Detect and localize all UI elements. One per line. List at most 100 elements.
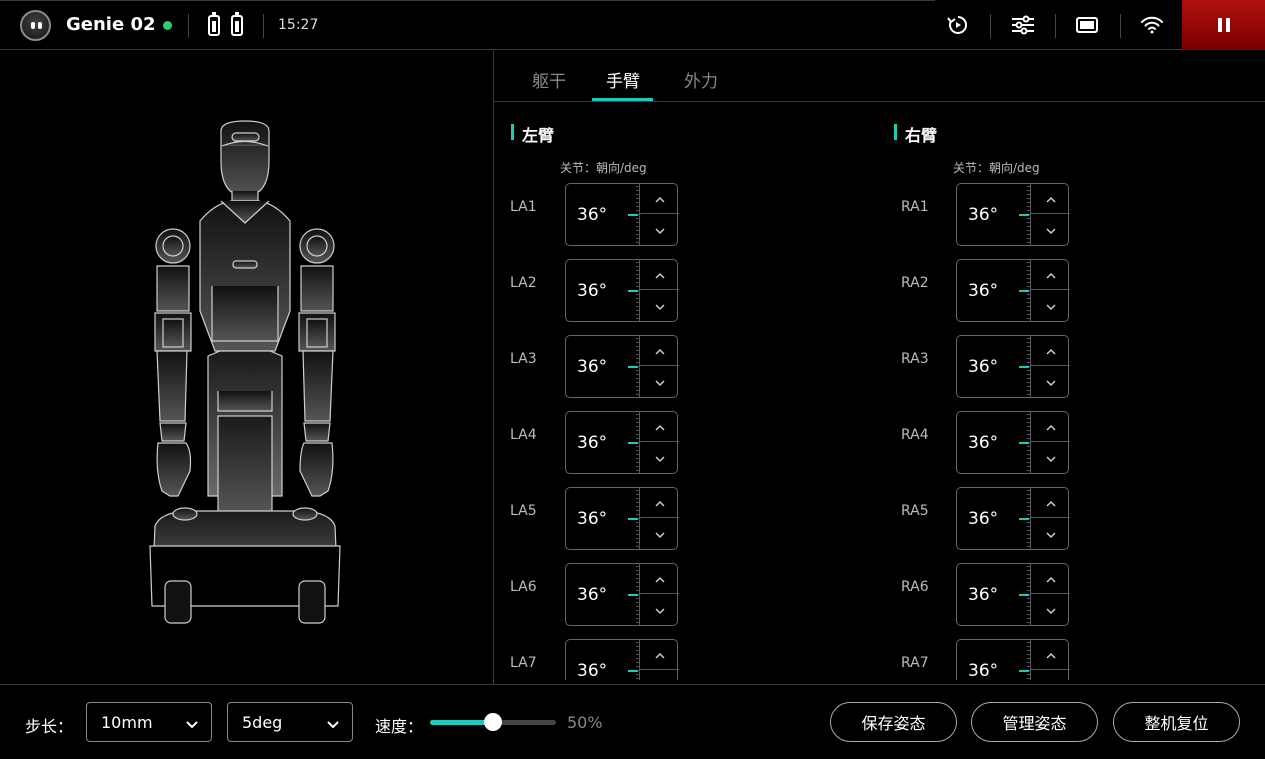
chevron-down-icon <box>1045 296 1057 315</box>
joint-row: RA4 36° <box>901 403 1081 474</box>
ruler-indicator <box>1019 594 1029 596</box>
joint-value[interactable]: 36° <box>577 585 607 605</box>
joint-value[interactable]: 36° <box>577 357 607 377</box>
joint-value[interactable]: 36° <box>577 433 607 453</box>
joint-value[interactable]: 36° <box>968 205 998 225</box>
decrement-button[interactable] <box>640 290 679 320</box>
joint-input[interactable]: 36° <box>565 411 679 474</box>
increment-button[interactable] <box>1031 640 1070 670</box>
step-mm-select[interactable]: 10mm <box>86 702 212 742</box>
tab-torso[interactable]: 躯干 <box>532 67 566 92</box>
right-arm-column-header: 关节：朝向/deg <box>953 161 1040 175</box>
joint-value[interactable]: 36° <box>577 205 607 225</box>
joint-value[interactable]: 36° <box>577 661 607 680</box>
right-arm-title: 右臂 <box>894 122 937 146</box>
joint-stepper <box>1030 640 1070 680</box>
increment-button[interactable] <box>640 336 679 366</box>
joint-input[interactable]: 36° <box>565 335 679 398</box>
decrement-button[interactable] <box>1031 594 1070 624</box>
sliders-icon[interactable] <box>1011 13 1035 37</box>
joint-value[interactable]: 36° <box>577 509 607 529</box>
decrement-button[interactable] <box>1031 670 1070 680</box>
top-border <box>0 0 935 1</box>
chevron-up-icon <box>654 189 666 208</box>
chevron-up-icon <box>1045 417 1057 436</box>
speed-slider-thumb[interactable] <box>484 713 502 731</box>
increment-button[interactable] <box>640 488 679 518</box>
joint-label: LA6 <box>510 579 537 595</box>
joint-value[interactable]: 36° <box>968 357 998 377</box>
joint-input[interactable]: 36° <box>956 639 1070 680</box>
save-pose-button[interactable]: 保存姿态 <box>830 702 957 742</box>
joint-value[interactable]: 36° <box>968 433 998 453</box>
chevron-up-icon <box>1045 569 1057 588</box>
ruler-indicator <box>1019 366 1029 368</box>
decrement-button[interactable] <box>1031 290 1070 320</box>
joint-input[interactable]: 36° <box>565 563 679 626</box>
decrement-button[interactable] <box>640 518 679 548</box>
joint-value[interactable]: 36° <box>577 281 607 301</box>
divider <box>263 14 264 38</box>
joint-input[interactable]: 36° <box>956 411 1070 474</box>
decrement-button[interactable] <box>640 214 679 244</box>
joint-input[interactable]: 36° <box>565 259 679 322</box>
chevron-up-icon <box>654 417 666 436</box>
increment-button[interactable] <box>1031 412 1070 442</box>
joint-label: RA7 <box>901 655 929 671</box>
ruler-indicator <box>628 366 638 368</box>
ruler-indicator <box>628 594 638 596</box>
decrement-button[interactable] <box>1031 366 1070 396</box>
speed-slider[interactable] <box>430 713 556 731</box>
increment-button[interactable] <box>640 184 679 214</box>
joint-value[interactable]: 36° <box>968 281 998 301</box>
chevron-down-icon <box>654 448 666 467</box>
joint-input[interactable]: 36° <box>956 335 1070 398</box>
decrement-button[interactable] <box>1031 442 1070 472</box>
joint-label: RA6 <box>901 579 929 595</box>
decrement-button[interactable] <box>1031 518 1070 548</box>
increment-button[interactable] <box>1031 184 1070 214</box>
decrement-button[interactable] <box>640 594 679 624</box>
joint-input[interactable]: 36° <box>956 259 1070 322</box>
joint-input[interactable]: 36° <box>956 563 1070 626</box>
decrement-button[interactable] <box>1031 214 1070 244</box>
chevron-up-icon <box>1045 493 1057 512</box>
joint-input[interactable]: 36° <box>565 487 679 550</box>
reset-all-button[interactable]: 整机复位 <box>1113 702 1240 742</box>
tab-arm[interactable]: 手臂 <box>606 67 640 92</box>
decrement-button[interactable] <box>640 670 679 680</box>
increment-button[interactable] <box>640 640 679 670</box>
chevron-up-icon <box>654 569 666 588</box>
joint-row: LA5 36° <box>510 479 690 550</box>
joint-value[interactable]: 36° <box>968 661 998 680</box>
chevron-down-icon <box>326 715 340 734</box>
increment-button[interactable] <box>1031 336 1070 366</box>
replay-icon[interactable] <box>946 13 970 37</box>
chevron-down-icon <box>654 372 666 391</box>
joint-row: RA5 36° <box>901 479 1081 550</box>
pause-button[interactable] <box>1182 0 1265 50</box>
increment-button[interactable] <box>640 564 679 594</box>
joint-input[interactable]: 36° <box>956 487 1070 550</box>
manage-pose-button[interactable]: 管理姿态 <box>971 702 1098 742</box>
step-deg-select[interactable]: 5deg <box>227 702 353 742</box>
increment-button[interactable] <box>1031 488 1070 518</box>
decrement-button[interactable] <box>640 442 679 472</box>
tab-external-force[interactable]: 外力 <box>684 67 718 92</box>
joint-input[interactable]: 36° <box>565 183 679 246</box>
decrement-button[interactable] <box>640 366 679 396</box>
increment-button[interactable] <box>1031 260 1070 290</box>
wifi-icon[interactable] <box>1140 13 1164 37</box>
left-arm-title: 左臂 <box>511 122 554 146</box>
joint-input[interactable]: 36° <box>956 183 1070 246</box>
joint-stepper <box>1030 488 1070 549</box>
joint-stepper <box>639 564 679 625</box>
screen-icon[interactable] <box>1075 13 1099 37</box>
joint-label: RA4 <box>901 427 929 443</box>
joint-value[interactable]: 36° <box>968 509 998 529</box>
joint-value[interactable]: 36° <box>968 585 998 605</box>
increment-button[interactable] <box>640 260 679 290</box>
joint-input[interactable]: 36° <box>565 639 679 680</box>
increment-button[interactable] <box>1031 564 1070 594</box>
increment-button[interactable] <box>640 412 679 442</box>
